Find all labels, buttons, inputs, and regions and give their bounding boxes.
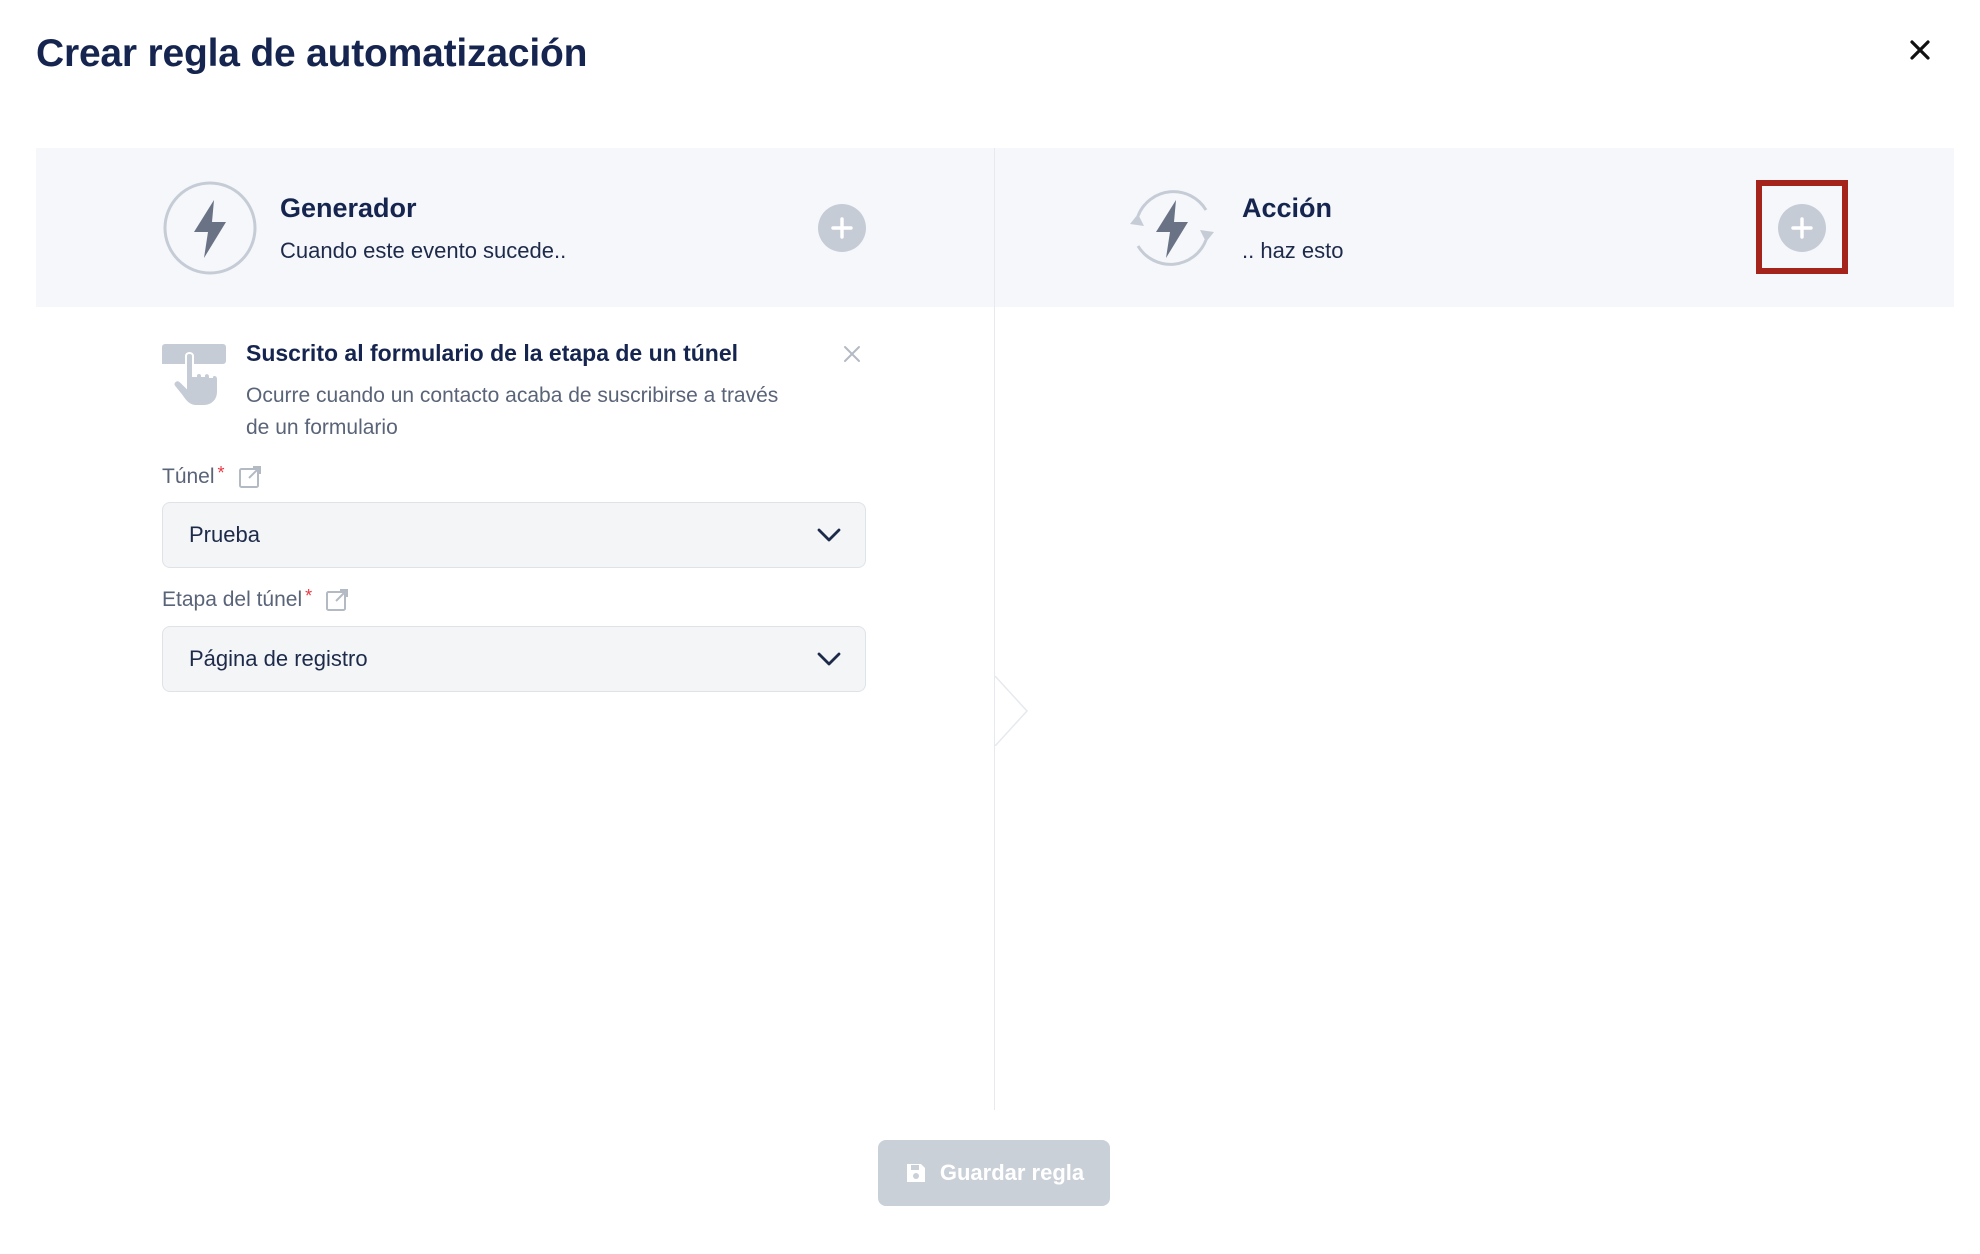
close-button[interactable]	[1900, 30, 1940, 70]
trigger-heading: Generador	[280, 192, 417, 223]
external-link-icon	[326, 589, 349, 611]
save-rule-label: Guardar regla	[939, 1160, 1085, 1185]
action-header: Acción .. haz esto	[1124, 180, 1344, 276]
funnel-label: Túnel *	[162, 462, 263, 490]
open-funnel-link[interactable]	[237, 464, 263, 490]
highlight-box	[1756, 180, 1848, 274]
funnel-select-value: Prueba	[189, 522, 260, 547]
funnel-label-text: Túnel	[162, 465, 215, 488]
floppy-disk-icon	[906, 1164, 925, 1182]
bolt-icon	[163, 181, 257, 275]
plus-icon	[831, 217, 853, 239]
funnel-step-label-text: Etapa del túnel	[162, 588, 303, 611]
funnel-select[interactable]: Prueba	[162, 502, 866, 568]
funnel-step-select[interactable]: Página de registro	[162, 626, 866, 692]
hand-pointer-icon	[162, 344, 226, 406]
required-mark: *	[217, 462, 225, 483]
remove-trigger-button[interactable]	[838, 340, 866, 368]
close-icon	[844, 346, 860, 362]
trigger-title: Suscrito al formulario de la etapa de un…	[246, 340, 739, 366]
external-link-icon	[238, 466, 261, 488]
column-divider	[994, 148, 995, 1110]
modal-title: Crear regla de automatización	[36, 32, 588, 75]
close-icon	[1910, 40, 1930, 60]
trigger-description: Ocurre cuando un contacto acaba de suscr…	[246, 384, 779, 439]
chevron-down-icon	[817, 652, 841, 666]
action-heading: Acción	[1242, 192, 1333, 223]
trigger-header: Generador Cuando este evento sucede..	[162, 180, 566, 276]
funnel-step-select-value: Página de registro	[189, 646, 368, 671]
open-funnel-step-link[interactable]	[324, 587, 350, 613]
chevron-down-icon	[817, 528, 841, 542]
divider-notch	[995, 676, 1029, 746]
trigger-subheading: Cuando este evento sucede..	[280, 237, 567, 263]
funnel-step-label: Etapa del túnel *	[162, 585, 350, 613]
action-subheading: .. haz esto	[1242, 237, 1344, 263]
add-trigger-button[interactable]	[818, 204, 866, 252]
bolt-cycle-icon	[1130, 190, 1214, 266]
save-rule-button[interactable]: Guardar regla	[878, 1140, 1110, 1206]
required-mark: *	[305, 585, 313, 606]
